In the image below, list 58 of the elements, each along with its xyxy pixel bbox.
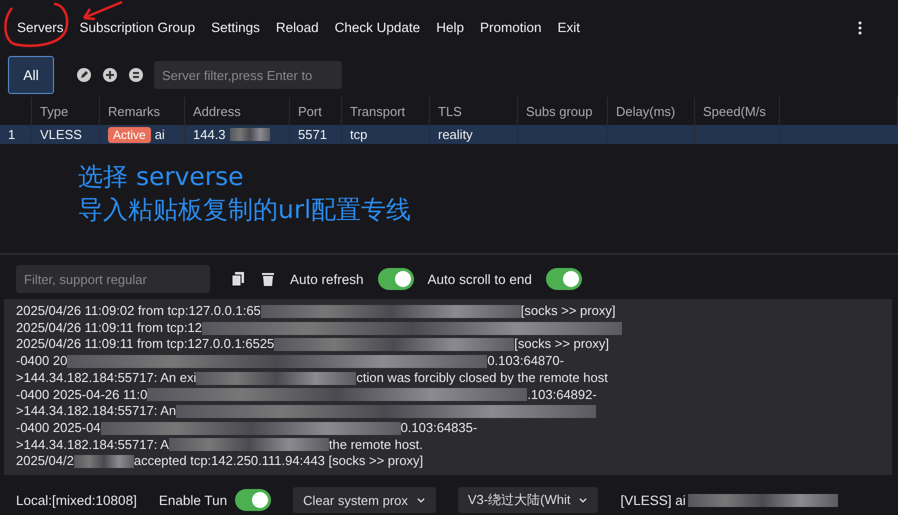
log-filter-field[interactable]: Filter, support regular	[16, 265, 210, 293]
table-cell: reality	[430, 125, 518, 144]
redacted-block	[230, 128, 270, 141]
toggle-switch[interactable]	[235, 489, 272, 511]
server-filter-field[interactable]: Server filter,press Enter to	[154, 61, 342, 89]
table-cell: tcp	[342, 125, 430, 144]
log-text: >144.34.182.184:55717: A	[16, 436, 169, 454]
log-text: accepted tcp:142.250.111.94:443 [socks >> proxy]	[134, 453, 424, 470]
log-text: [socks >> proxy]	[520, 303, 616, 320]
log-text: [socks >> proxy]	[514, 336, 609, 354]
dropdown[interactable]: V3-绕过大陆(Whit	[458, 487, 598, 513]
log-text: 2025/04/26 11:09:02 from tcp:127.0.0.1:65	[16, 303, 261, 320]
dropdown[interactable]: Clear system prox	[293, 487, 436, 513]
log-text: -0400 2025-04	[16, 420, 101, 437]
annotation-text: 导入粘贴板复制的url配置专线	[78, 194, 412, 226]
log-text: 0.103:64870-	[487, 353, 564, 370]
menu-item[interactable]: Exit	[550, 14, 588, 41]
circle-mark	[4, 2, 68, 47]
table-cell: Active ai	[100, 125, 185, 144]
redacted-block	[74, 455, 134, 468]
sort-icon[interactable]	[128, 67, 144, 83]
toggle-label: Auto refresh	[290, 272, 364, 286]
annotation-text: 选择 serverse	[78, 161, 244, 193]
local-port-label: Local:[mixed:10808]	[16, 492, 137, 508]
log-text: -0400 20	[16, 353, 68, 370]
arrow-mark	[82, 0, 122, 20]
log-text: 2025/04/26 11:09:11 from tcp:12	[16, 320, 202, 336]
menu-item[interactable]: Settings	[204, 14, 267, 41]
log-text: ction was forcibly closed by the remote host	[356, 370, 608, 387]
current-server-label: [VLESS] ai	[620, 492, 686, 508]
log-text: 2025/04/26 11:09:11 from tcp:127.0.0.1:6525	[16, 336, 274, 354]
table-cell: VLESS	[32, 125, 100, 144]
trash-icon[interactable]	[260, 271, 276, 287]
menu-item[interactable]: Servers	[10, 14, 71, 41]
menu-item[interactable]: Reload	[268, 14, 326, 41]
log-text: >144.34.182.184:55717: An exi	[16, 370, 196, 387]
log-text: 0.103:64835-	[400, 420, 478, 437]
toggle-label: Enable Tun	[158, 492, 228, 508]
status-badge: Active	[108, 126, 151, 142]
log-text: -0400 2025-04-26 11:0	[16, 386, 148, 404]
add-icon[interactable]	[102, 67, 118, 83]
log-text: the remote host.	[328, 436, 423, 454]
menu-item[interactable]: Promotion	[472, 14, 548, 41]
toggle-switch[interactable]	[378, 268, 414, 290]
menu-item[interactable]: Help	[429, 14, 471, 41]
menu-item[interactable]: Subscription Group	[72, 14, 202, 41]
edit-icon[interactable]	[76, 67, 92, 83]
table-cell: 144.3	[185, 125, 290, 144]
copy-icon[interactable]	[230, 271, 246, 287]
log-text: .103:64892-	[527, 386, 597, 404]
log-text: 2025/04/2	[16, 453, 74, 470]
group-tab[interactable]: All	[8, 56, 54, 94]
toggle-label: Auto scroll to end	[428, 272, 532, 286]
row-number: 1	[0, 125, 32, 144]
toggle-switch[interactable]	[546, 268, 582, 290]
menu-item[interactable]: Check Update	[328, 14, 428, 41]
log-text: >144.34.182.184:55717: An	[16, 403, 176, 420]
table-cell: 5571	[290, 125, 342, 144]
